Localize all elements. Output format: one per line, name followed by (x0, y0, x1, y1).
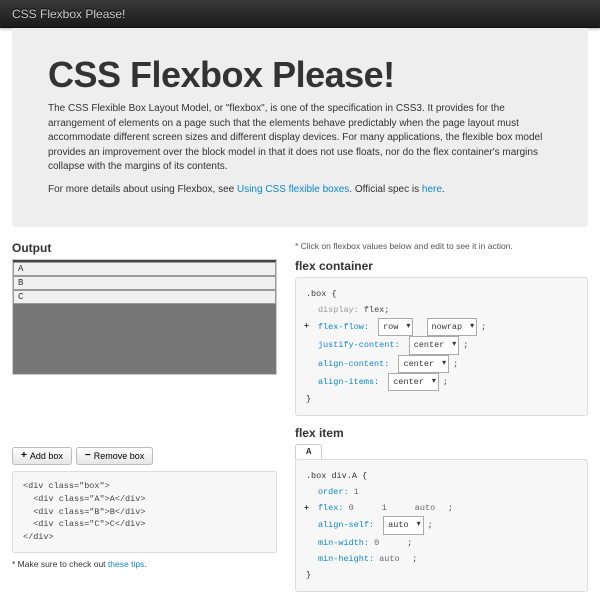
item-close: } (306, 567, 577, 583)
align-self-label[interactable]: align-self: (318, 520, 374, 530)
link-tips[interactable]: these tips (108, 559, 144, 569)
add-box-label: Add box (30, 451, 63, 461)
expand-icon[interactable]: + (304, 318, 309, 334)
output-heading: Output (12, 241, 277, 255)
page-title: CSS Flexbox Please! (48, 54, 552, 96)
minus-icon: − (85, 451, 91, 461)
order-line: order: 1 (306, 484, 577, 500)
hero-more-suffix: . (442, 184, 445, 195)
align-items-select[interactable]: center (388, 373, 439, 391)
order-label[interactable]: order: (318, 487, 349, 497)
align-self-select[interactable]: auto (383, 516, 423, 534)
min-height-line: min-height: auto ; (306, 551, 577, 567)
flex-container-code: .box { display: flex; + flex-flow: row n… (295, 277, 588, 416)
preview-box-c[interactable]: C (13, 290, 276, 304)
flex-line: + flex: 0 1 auto ; (306, 500, 577, 516)
preview-box-b[interactable]: B (13, 276, 276, 290)
flex-container-preview: A B C (13, 260, 276, 304)
flex-shrink-value[interactable]: 1 (382, 500, 410, 516)
markup-output[interactable]: <div class="box"> <div class="A">A</div>… (12, 471, 277, 553)
left-column: Output A B C +Add box −Remove box <div c… (12, 241, 277, 592)
link-spec[interactable]: here (422, 184, 442, 195)
flex-flow-line: + flex-flow: row nowrap; (306, 318, 577, 336)
flex-label[interactable]: flex: (318, 503, 344, 513)
preview-empty-area (13, 304, 276, 374)
display-line: display: flex; (306, 302, 577, 318)
hero-more-mid: . Official spec is (349, 184, 422, 195)
flex-flow-label[interactable]: flex-flow: (318, 322, 369, 332)
align-content-select[interactable]: center (398, 355, 449, 373)
tips-prefix: * Make sure to check out (12, 559, 108, 569)
flex-item-heading: flex item (295, 426, 588, 440)
min-width-label[interactable]: min-width: (318, 538, 369, 548)
tab-a[interactable]: A (295, 444, 322, 460)
tips-suffix: . (144, 559, 146, 569)
align-items-label[interactable]: align-items: (318, 377, 379, 387)
columns: Output A B C +Add box −Remove box <div c… (0, 241, 600, 604)
order-value[interactable]: 1 (354, 484, 382, 500)
justify-content-line: justify-content: center; (306, 336, 577, 354)
hero-more-prefix: For more details about using Flexbox, se… (48, 184, 237, 195)
min-height-value[interactable]: auto (379, 551, 407, 567)
flex-container-heading: flex container (295, 259, 588, 273)
button-row: +Add box −Remove box (12, 447, 277, 465)
align-items-line: align-items: center; (306, 373, 577, 391)
display-value: flex; (364, 305, 390, 315)
justify-content-select[interactable]: center (409, 336, 460, 354)
min-width-line: min-width: 0 ; (306, 535, 577, 551)
flex-direction-select[interactable]: row (378, 318, 413, 336)
display-label: display: (318, 305, 359, 315)
flex-item-code: .box div.A { order: 1 + flex: 0 1 auto ;… (295, 459, 588, 592)
brand-title[interactable]: CSS Flexbox Please! (12, 7, 125, 21)
item-selector: .box div.A { (306, 468, 577, 484)
hero-more: For more details about using Flexbox, se… (48, 183, 552, 198)
edit-hint: * Click on flexbox values below and edit… (295, 241, 588, 251)
topbar: CSS Flexbox Please! (0, 0, 600, 28)
plus-icon: + (21, 451, 27, 461)
flex-wrap-select[interactable]: nowrap (427, 318, 478, 336)
item-tabs: A (295, 444, 588, 459)
container-close: } (306, 391, 577, 407)
flex-basis-value[interactable]: auto (415, 500, 443, 516)
right-column: * Click on flexbox values below and edit… (295, 241, 588, 592)
align-content-line: align-content: center; (306, 355, 577, 373)
add-box-button[interactable]: +Add box (12, 447, 72, 465)
link-flex-guide[interactable]: Using CSS flexible boxes (237, 184, 349, 195)
min-height-label[interactable]: min-height: (318, 554, 374, 564)
justify-content-label[interactable]: justify-content: (318, 340, 400, 350)
remove-box-button[interactable]: −Remove box (76, 447, 153, 465)
remove-box-label: Remove box (94, 451, 145, 461)
expand-icon[interactable]: + (304, 500, 309, 516)
hero-description: The CSS Flexible Box Layout Model, or "f… (48, 102, 552, 175)
tips-note: * Make sure to check out these tips. (12, 559, 277, 569)
preview-box-a[interactable]: A (13, 262, 276, 276)
container-selector: .box { (306, 286, 577, 302)
flex-grow-value[interactable]: 0 (349, 500, 377, 516)
align-content-label[interactable]: align-content: (318, 359, 389, 369)
min-width-value[interactable]: 0 (374, 535, 402, 551)
hero: CSS Flexbox Please! The CSS Flexible Box… (12, 28, 588, 227)
align-self-line: align-self: auto; (306, 516, 577, 534)
output-preview: A B C (12, 259, 277, 375)
